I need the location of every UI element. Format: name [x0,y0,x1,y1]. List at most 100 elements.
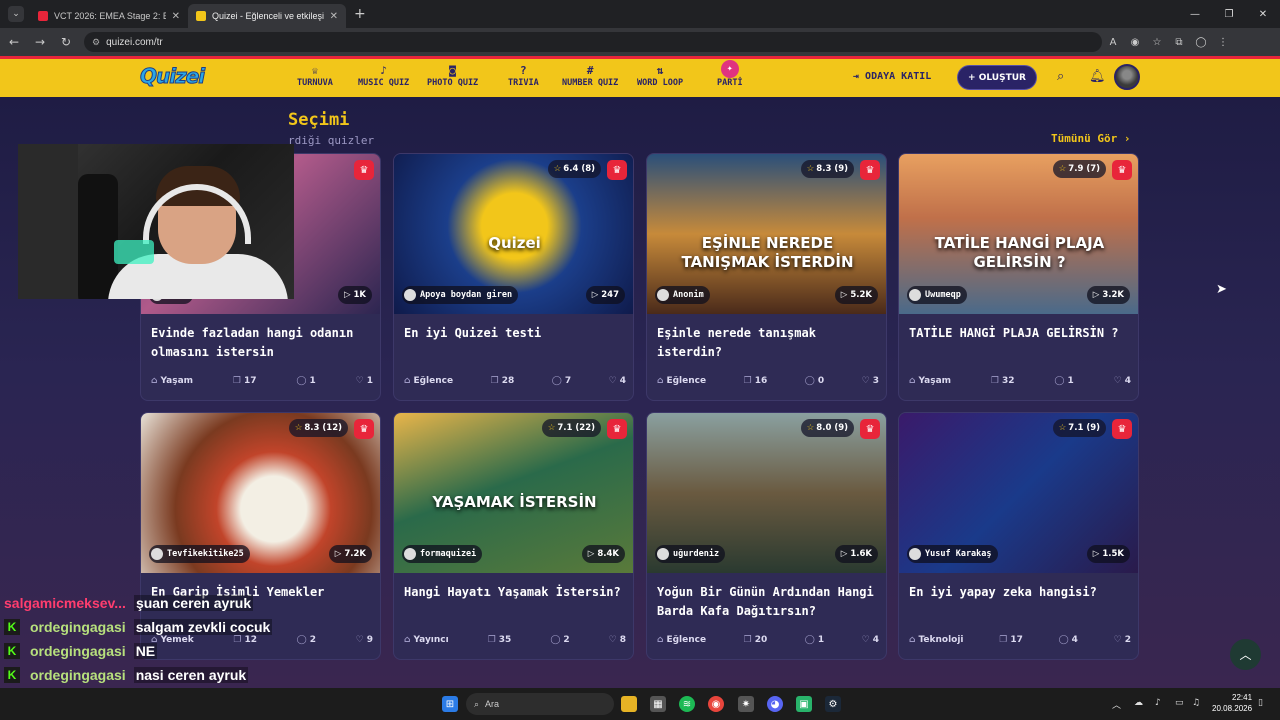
green-app-icon[interactable]: ▣ [796,696,812,712]
network-icon[interactable]: ▭ [1175,698,1184,708]
nav-photo-quiz[interactable]: ◙ PHOTO QUIZ [427,64,478,88]
tab-close-icon[interactable]: ✕ [172,11,180,22]
favorite-crown-icon[interactable]: ♛ [1112,419,1132,439]
browser-menu-icon[interactable]: ⋮ [1212,37,1234,48]
quiz-card[interactable]: TATİLE HANGİ PLAJA GELİRSİN ? ☆ 7.9 (7) ♛ Uw… [898,153,1139,401]
nav-party[interactable]: ✦ PARTİ [717,60,743,88]
site-info-icon[interactable]: ⚙ [92,37,100,48]
tray-chevron-up-icon[interactable]: ︿ [1112,698,1121,711]
like-count[interactable]: ♡ 4 [862,635,879,645]
author-badge[interactable]: Uwumeqp [907,286,967,304]
category-tag[interactable]: ⌂ Eğlence [657,376,706,386]
like-count[interactable]: ♡ 3 [862,376,879,386]
favorite-crown-icon[interactable]: ♛ [607,419,627,439]
quiz-card[interactable]: Quizei ☆ 6.4 (8) ♛ Apoya boydan giren ▷ 247 En … [393,153,634,401]
quiz-card[interactable]: ☆ 7.1 (9) ♛ Yusuf Karakaş ▷ 1.5K En iyi yapay … [898,412,1139,660]
like-count[interactable]: ♡ 8 [609,635,626,645]
author-badge[interactable]: Yusuf Karakaş [907,545,998,563]
chrome-icon[interactable]: ◉ [708,696,724,712]
nav-number-quiz[interactable]: # NUMBER QUIZ [562,64,618,88]
favorite-crown-icon[interactable]: ♛ [1112,160,1132,180]
spotify-icon[interactable]: ≋ [679,696,695,712]
reload-icon[interactable]: ↻ [54,35,78,49]
search-icon[interactable]: ⌕ [1057,69,1064,84]
tab-close-icon[interactable]: ✕ [330,11,338,22]
join-room-button[interactable]: ⇥ ODAYA KATIL [853,71,931,82]
notification-bell-icon[interactable]: ▯ [1258,698,1263,708]
category-tag[interactable]: ⌂ Teknoloji [909,635,964,645]
favorite-crown-icon[interactable]: ♛ [354,419,374,439]
chat-icon: ? [520,64,527,77]
browser-tab-quizei[interactable]: Quizei - Eğlenceli ve etkileşimli ✕ [188,4,346,28]
quiz-title[interactable]: Hangi Hayatı Yaşamak İstersin? [404,583,626,602]
author-badge[interactable]: Tevfikekitike25 [149,545,250,563]
volume-icon[interactable]: ♫ [1192,698,1200,708]
quiz-title[interactable]: Yoğun Bir Günün Ardından Hangi Barda Kaf… [657,583,879,621]
store-icon[interactable]: ▦ [650,696,666,712]
favorite-crown-icon[interactable]: ♛ [860,160,880,180]
favorite-crown-icon[interactable]: ♛ [607,160,627,180]
url-field[interactable]: ⚙ quizei.com/tr [84,32,1102,52]
nav-trivia[interactable]: ? TRIVIA [508,64,539,88]
author-badge[interactable]: Anonim [655,286,710,304]
onedrive-cloud-icon[interactable]: ☁ [1134,698,1143,708]
like-count[interactable]: ♡ 4 [609,376,626,386]
chat-text: NE [133,643,158,659]
nav-tournament[interactable]: ♕ TURNUVA [297,64,333,88]
eye-off-icon[interactable]: ◉ [1124,37,1146,48]
create-button[interactable]: + OLUŞTUR [957,65,1037,90]
windows-start-icon[interactable]: ⊞ [442,696,458,712]
see-all-link[interactable]: Tümünü Gör › [1051,132,1130,145]
favorite-crown-icon[interactable]: ♛ [354,160,374,180]
profile-icon[interactable]: ◯ [1190,37,1212,48]
quiz-card[interactable]: ☆ 8.0 (9) ♛ uğurdeniz ▷ 1.6K Yoğun Bir Günün A… [646,412,887,660]
like-count[interactable]: ♡ 9 [356,635,373,645]
browser-tab-vct[interactable]: VCT 2026: EMEA Stage 2: Brack ✕ [30,4,188,28]
restore-icon[interactable]: ❐ [1212,0,1246,28]
quiz-title[interactable]: En iyi yapay zeka hangisi? [909,583,1131,602]
like-count[interactable]: ♡ 2 [1114,635,1131,645]
minimize-icon[interactable]: — [1178,0,1212,28]
quiz-card[interactable]: EŞİNLE NEREDE TANIŞMAK İSTERDİN ☆ 8.3 (9) ♛… [646,153,887,401]
author-badge[interactable]: formaquizei [402,545,483,563]
file-explorer-icon[interactable] [621,696,637,712]
extensions-icon[interactable]: ⧉ [1168,37,1190,48]
microphone-icon[interactable]: ♪ [1155,698,1161,708]
avatar[interactable] [1114,64,1140,90]
taskbar-search-label: Ara [485,699,500,709]
author-badge[interactable]: Apoya boydan giren [402,286,519,304]
category-tag[interactable]: ⌂ Yaşam [151,376,193,386]
quizei-logo[interactable]: Quizei [139,64,205,89]
author-badge[interactable]: uğurdeniz [655,545,726,563]
category-tag[interactable]: ⌂ Yaşam [909,376,951,386]
play-icon: ▷ [1092,290,1100,300]
quiz-title[interactable]: Evinde fazladan hangi odanın olmasını is… [151,324,373,362]
forward-arrow-icon[interactable]: → [28,35,52,49]
nav-word-loop[interactable]: ⇅ WORD LOOP [637,64,683,88]
back-arrow-icon[interactable]: ← [2,35,26,49]
quiz-title[interactable]: En iyi Quizei testi [404,324,626,343]
quiz-title[interactable]: TATİLE HANGİ PLAJA GELİRSİN ? [909,324,1131,343]
nav-music-quiz[interactable]: ♪ MUSIC QUIZ [358,64,409,88]
like-count[interactable]: ♡ 1 [356,376,373,386]
discord-icon[interactable]: ◕ [767,696,783,712]
steam-icon[interactable]: ⚙ [825,696,841,712]
category-tag[interactable]: ⌂ Yayıncı [404,635,449,645]
bookmark-star-icon[interactable]: ☆ [1146,37,1168,48]
quiz-title[interactable]: Eşinle nerede tanışmak isterdin? [657,324,879,362]
taskbar-clock[interactable]: 22:41 20.08.2026 [1212,692,1252,714]
comment-count: ◯ 4 [1059,635,1078,645]
quiz-card[interactable]: YAŞAMAK İSTERSİN ☆ 7.1 (22) ♛ formaquizei ▷ 8.… [393,412,634,660]
like-count[interactable]: ♡ 4 [1114,376,1131,386]
new-tab-plus-icon[interactable]: + [354,6,366,22]
tab-search-icon[interactable]: ⌄ [8,6,24,22]
translate-icon[interactable]: A [1102,37,1124,48]
scroll-to-top-button[interactable]: ︿ [1230,639,1261,670]
favorite-crown-icon[interactable]: ♛ [860,419,880,439]
category-tag[interactable]: ⌂ Eğlence [657,635,706,645]
close-window-icon[interactable]: ✕ [1246,0,1280,28]
app-icon[interactable]: ✷ [738,696,754,712]
category-tag[interactable]: ⌂ Eğlence [404,376,453,386]
bell-icon[interactable]: 🔔︎ [1089,69,1106,84]
taskbar-search[interactable]: ⌕ Ara [466,693,614,715]
